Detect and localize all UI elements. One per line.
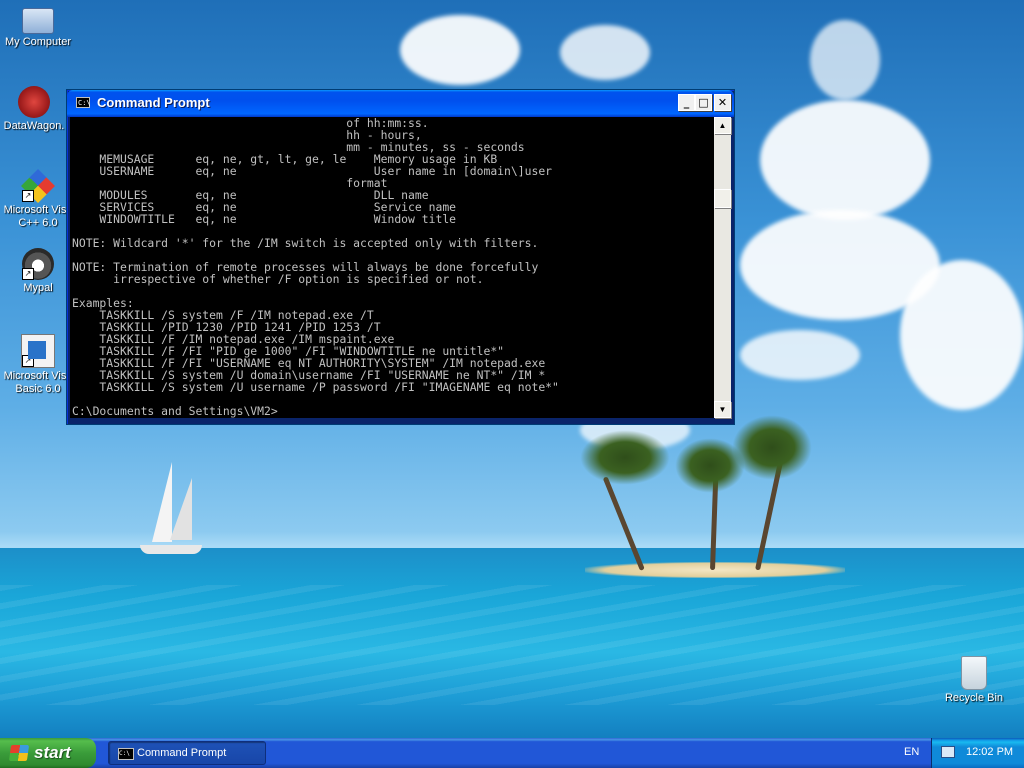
command-prompt-icon[interactable]: C:\ xyxy=(76,97,91,108)
command-prompt-window[interactable]: C:\ Command Prompt _ □ ✕ of hh:mm:ss. hh… xyxy=(66,89,735,425)
desktop-icon-label: Microsoft Visu xyxy=(3,204,73,216)
title-bar[interactable]: C:\ Command Prompt _ □ ✕ xyxy=(67,90,734,117)
console-output[interactable]: of hh:mm:ss. hh - hours, mm - minutes, s… xyxy=(70,117,714,418)
vertical-scrollbar[interactable]: ▲ ▼ xyxy=(714,117,731,418)
cloud xyxy=(760,100,930,220)
my-computer-icon xyxy=(22,8,54,34)
datawagon-icon xyxy=(18,86,50,118)
system-tray: 12:02 PM xyxy=(931,738,1024,768)
window-title: Command Prompt xyxy=(97,95,210,110)
desktop-icon-label: DataWagon. xyxy=(3,120,65,132)
windows-logo-icon xyxy=(8,745,30,761)
shortcut-arrow-icon: ↗ xyxy=(22,355,34,367)
desktop-icon-mypal[interactable]: ↗ Mypal xyxy=(0,248,76,295)
start-label: start xyxy=(34,743,71,762)
clock[interactable]: 12:02 PM xyxy=(966,746,1013,758)
command-prompt-icon: C:\ xyxy=(118,748,134,760)
network-icon[interactable] xyxy=(941,746,955,758)
desktop-icon-visual-basic[interactable]: ↗ Microsoft Visu Basic 6.0 xyxy=(0,334,76,396)
shortcut-arrow-icon: ↗ xyxy=(22,268,34,280)
shortcut-arrow-icon: ↗ xyxy=(22,190,34,202)
desktop-icon-visual-cpp[interactable]: ↗ Microsoft Visu C++ 6.0 xyxy=(0,169,76,230)
start-button[interactable]: start xyxy=(0,738,96,768)
taskbar-item-command-prompt[interactable]: C:\ Command Prompt xyxy=(108,741,266,765)
minimize-button[interactable]: _ xyxy=(678,94,695,111)
desktop-icon-label: C++ 6.0 xyxy=(18,217,58,229)
desktop-icon-datawagon[interactable]: DataWagon. xyxy=(0,86,72,133)
sea-shine xyxy=(0,585,1024,705)
cloud xyxy=(560,25,650,80)
taskbar: start C:\ Command Prompt EN 12:02 PM xyxy=(0,738,1024,768)
language-indicator[interactable]: EN xyxy=(904,746,919,758)
desktop-icon-label: Microsoft Visu xyxy=(3,370,73,382)
desktop-icon-label: Mypal xyxy=(23,282,53,294)
mypal-icon: ↗ xyxy=(22,248,54,280)
cloud xyxy=(400,15,520,85)
cloud xyxy=(810,20,880,100)
desktop-icon-label: My Computer xyxy=(4,36,72,48)
recycle-bin-icon xyxy=(961,656,987,690)
desktop-icon-recycle-bin[interactable]: Recycle Bin xyxy=(936,656,1012,705)
desktop-icon-my-computer[interactable]: My Computer xyxy=(0,4,76,49)
cloud xyxy=(740,330,860,380)
taskbar-item-label: Command Prompt xyxy=(137,747,227,759)
close-button[interactable]: ✕ xyxy=(714,94,731,111)
console-text: of hh:mm:ss. hh - hours, mm - minutes, s… xyxy=(72,117,559,418)
visual-basic-icon: ↗ xyxy=(21,334,55,368)
desktop-icon-label: Basic 6.0 xyxy=(15,383,61,395)
maximize-button[interactable]: □ xyxy=(695,94,712,111)
scroll-up-button[interactable]: ▲ xyxy=(714,117,731,134)
scrollbar-thumb[interactable] xyxy=(714,189,731,208)
scroll-down-button[interactable]: ▼ xyxy=(714,401,731,418)
visual-cpp-icon: ↗ xyxy=(21,169,55,203)
desktop-icon-label: Recycle Bin xyxy=(944,692,1004,704)
cloud xyxy=(900,260,1024,410)
